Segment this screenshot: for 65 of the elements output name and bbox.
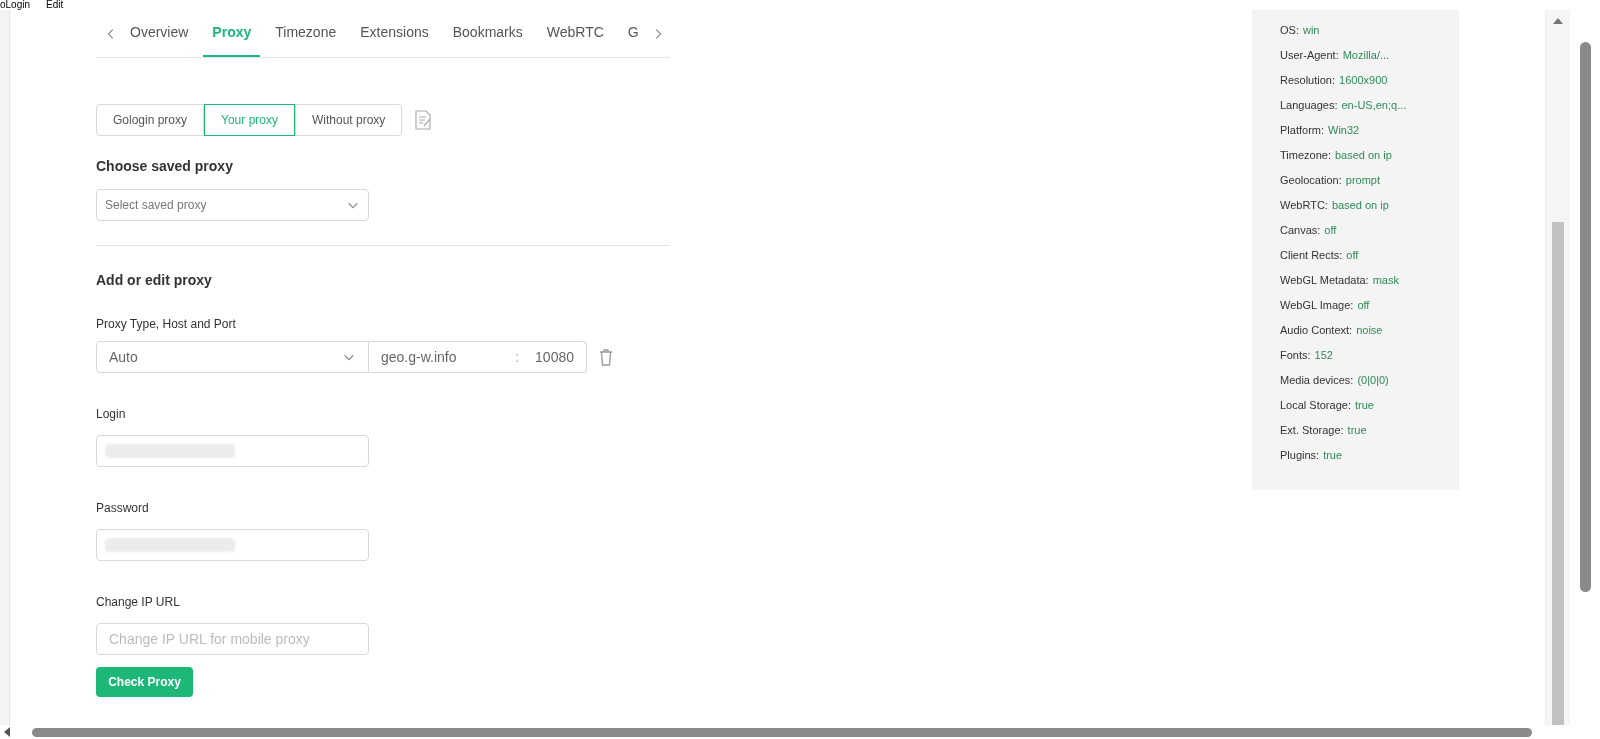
menu-item[interactable]: Edit [46, 0, 64, 10]
section-heading: Choose saved proxy [96, 157, 234, 176]
fingerprint-value: based on ip [1331, 198, 1389, 214]
field-label: Proxy Type, Host and Port [96, 316, 237, 333]
fingerprint-key: Canvas: [1280, 222, 1321, 239]
tab[interactable]: Bookmarks [443, 10, 532, 57]
trash-icon[interactable] [599, 348, 613, 366]
proxy-mode-button[interactable]: Without proxy [295, 104, 403, 136]
fingerprint-key: WebGL Metadata: [1280, 272, 1369, 289]
fingerprint-key: Client Rects: [1280, 247, 1343, 264]
fingerprint-value: off [1357, 298, 1370, 314]
fingerprint-value: 152 [1314, 348, 1333, 364]
fingerprint-key: Local Storage: [1280, 397, 1351, 414]
fingerprint-value: off [1324, 223, 1337, 239]
field-label: Login [96, 406, 127, 423]
host-port-field[interactable]: geo.g-w.info : 10080 [369, 341, 587, 373]
fingerprint-value: true [1354, 398, 1374, 414]
proxy-mode-button[interactable]: Gologin proxy [96, 104, 205, 136]
tab[interactable]: G [618, 10, 648, 57]
fingerprint-value: (0|0|0) [1357, 373, 1389, 389]
fingerprint-key: Geolocation: [1280, 172, 1342, 189]
field-label: Change IP URL [96, 594, 181, 611]
fingerprint-key: Platform: [1280, 122, 1324, 139]
fingerprint-value: en-US,en;q... [1341, 98, 1407, 114]
login-field[interactable] [96, 435, 369, 467]
fingerprint-value: true [1323, 448, 1343, 464]
fingerprint-key: WebRTC: [1280, 197, 1328, 214]
fingerprint-key: Plugins: [1280, 447, 1320, 464]
notes-icon[interactable] [414, 110, 433, 130]
tab[interactable]: Overview [121, 10, 198, 57]
fingerprint-value: win [1302, 23, 1320, 39]
menu-item[interactable]: oLogin [0, 0, 31, 10]
fingerprint-value: true [1347, 423, 1367, 439]
fingerprint-value: off [1346, 248, 1359, 264]
scrollbar[interactable] [1545, 10, 1570, 725]
fingerprint-key: User-Agent: [1280, 47, 1339, 64]
fingerprint-key: WebGL Image: [1280, 297, 1354, 314]
change-ip-field[interactable]: Change IP URL for mobile proxy [96, 623, 369, 655]
tab[interactable]: Extensions [351, 10, 438, 57]
scrollbar[interactable] [1579, 42, 1591, 592]
section-heading: Add or edit proxy [96, 271, 213, 290]
tab[interactable]: Timezone [266, 10, 346, 57]
fingerprint-value: 1600x900 [1339, 73, 1388, 89]
fingerprint-key: Ext. Storage: [1280, 422, 1344, 439]
scroll-up-icon[interactable] [1553, 18, 1563, 24]
fingerprint-value: based on ip [1334, 148, 1392, 164]
fingerprint-value: noise [1356, 323, 1383, 339]
fingerprint-value: Mozilla/... [1342, 48, 1390, 64]
fingerprint-key: Fonts: [1280, 347, 1311, 364]
fingerprint-key: Resolution: [1280, 72, 1336, 89]
proxy-type-select[interactable]: Auto [96, 341, 369, 373]
saved-proxy-select[interactable]: Select saved proxy [96, 189, 369, 221]
fingerprint-value: prompt [1345, 173, 1380, 189]
field-label: Password [96, 500, 150, 517]
tab[interactable]: WebRTC [537, 10, 613, 57]
password-field[interactable] [96, 529, 369, 561]
scrollbar[interactable] [32, 727, 1532, 737]
fingerprint-key: Media devices: [1280, 372, 1354, 389]
scroll-left-icon[interactable] [4, 727, 10, 737]
fingerprint-key: Languages: [1280, 97, 1338, 114]
fingerprint-value: Win32 [1328, 123, 1360, 139]
fingerprint-key: Timezone: [1280, 147, 1331, 164]
fingerprint-value: mask [1372, 273, 1399, 289]
fingerprint-key: OS: [1280, 22, 1299, 39]
fingerprint-key: Audio Context: [1280, 322, 1353, 339]
